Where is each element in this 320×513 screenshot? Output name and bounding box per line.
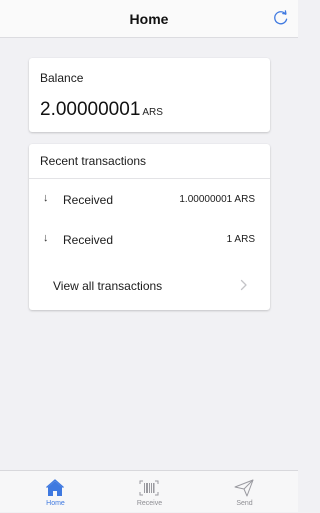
transaction-label: Received (63, 193, 114, 207)
transaction-row[interactable]: ↓ Received 1.00000001 ARS (29, 180, 270, 220)
transaction-amount: 1.00000001 ARS (179, 194, 255, 205)
transaction-amount: 1 ARS (226, 234, 255, 245)
arrow-down-icon: ↓ (43, 232, 49, 244)
home-icon (46, 479, 64, 496)
balance-amount: 2.00000001 (40, 99, 141, 120)
barcode-icon (139, 480, 159, 496)
chevron-right-icon (240, 279, 247, 291)
recent-transactions-title: Recent transactions (40, 154, 147, 168)
recent-transactions-header: Recent transactions (29, 144, 270, 179)
top-bar: Home (0, 0, 298, 38)
tab-receive[interactable]: Receive (100, 471, 199, 513)
view-all-transactions-label: View all transactions (53, 279, 163, 293)
recent-transactions-card: Recent transactions ↓ Received 1.0000000… (29, 144, 270, 310)
paper-plane-icon (234, 479, 254, 497)
bottom-tab-bar: Home Receive Send (0, 470, 298, 512)
transaction-row[interactable]: ↓ Received 1 ARS (29, 220, 270, 260)
tab-home-label: Home (46, 500, 65, 507)
transaction-label: Received (63, 233, 114, 247)
arrow-down-icon: ↓ (43, 192, 49, 204)
view-all-transactions-link[interactable]: View all transactions (29, 266, 270, 306)
balance-label: Balance (40, 71, 84, 85)
tab-home[interactable]: Home (6, 471, 105, 513)
balance-currency: ARS (142, 107, 163, 118)
tab-send-label: Send (236, 500, 253, 507)
balance-value: 2.00000001 ARS (40, 99, 163, 121)
refresh-icon (274, 10, 288, 25)
tab-send[interactable]: Send (195, 471, 294, 513)
app-screen: Home Balance 2.00000001 ARS Recent transa… (0, 0, 298, 512)
tab-receive-label: Receive (136, 500, 163, 507)
balance-card: Balance 2.00000001 ARS (29, 58, 270, 132)
page-title: Home (129, 11, 169, 27)
refresh-button[interactable] (272, 9, 290, 27)
